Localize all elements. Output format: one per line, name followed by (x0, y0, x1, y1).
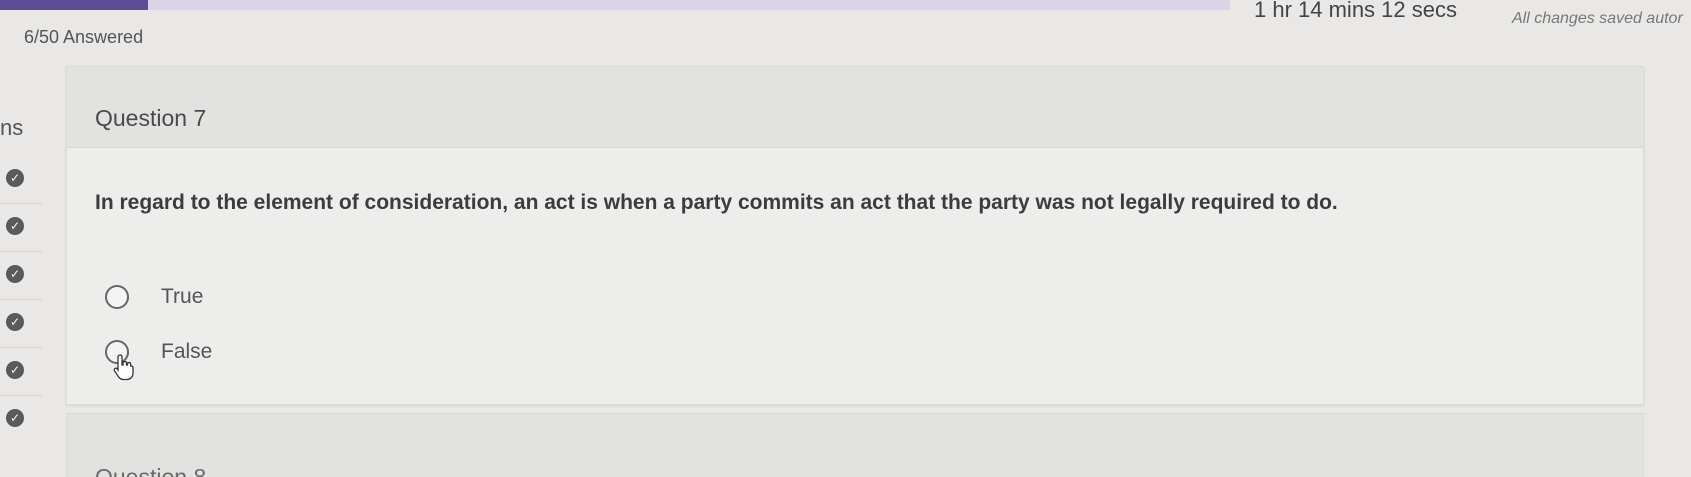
radio-button[interactable] (105, 285, 129, 309)
exam-page: 6/50 Answered 1 hr 14 mins 12 secs All c… (0, 0, 1691, 477)
progress-bar (0, 0, 1230, 10)
question-sidebar: ns ✓ ✓ ✓ ✓ ✓ ✓ (0, 95, 44, 477)
sidebar-question-item[interactable]: ✓ (0, 395, 42, 443)
sidebar-question-item[interactable]: ✓ (0, 203, 42, 252)
sidebar-question-item[interactable]: ✓ (0, 251, 42, 300)
option-label: True (161, 285, 204, 308)
question-text: In regard to the element of consideratio… (95, 191, 1338, 214)
check-circle-icon: ✓ (6, 265, 24, 283)
hand-cursor-icon (113, 354, 134, 381)
check-circle-icon: ✓ (6, 313, 24, 331)
timer: 1 hr 14 mins 12 secs (1254, 0, 1457, 22)
next-question-title: Question 8 (95, 464, 207, 477)
next-question-card: Question 8 (66, 413, 1644, 477)
check-circle-icon: ✓ (6, 169, 24, 187)
sidebar-question-item[interactable]: ✓ (0, 347, 42, 396)
sidebar-question-item[interactable]: ✓ (0, 299, 42, 348)
progress-bar-fill (0, 0, 148, 10)
check-circle-icon: ✓ (6, 361, 24, 379)
option-label: False (161, 340, 213, 363)
check-circle-icon: ✓ (6, 409, 24, 427)
sidebar-question-item[interactable]: ✓ (0, 155, 42, 204)
question-card: Question 7 In regard to the element of c… (66, 66, 1644, 405)
question-title: Question 7 (95, 105, 207, 131)
autosave-status: All changes saved autor (1512, 10, 1683, 27)
question-card-header (67, 67, 1643, 148)
answered-count: 6/50 Answered (24, 27, 144, 47)
sidebar-heading: ns (0, 115, 24, 140)
check-circle-icon: ✓ (6, 217, 24, 235)
